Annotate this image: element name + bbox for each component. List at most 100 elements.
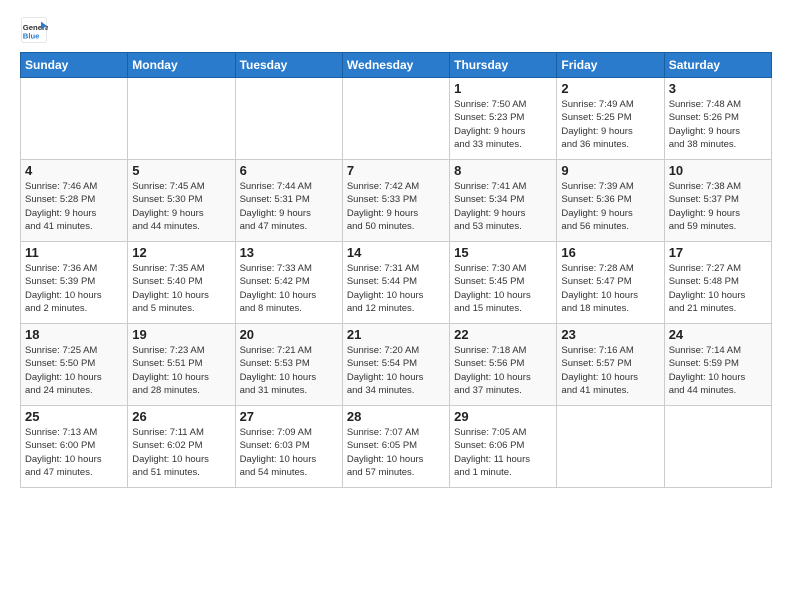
calendar-cell: 17Sunrise: 7:27 AMSunset: 5:48 PMDayligh… — [664, 242, 771, 324]
day-number: 16 — [561, 245, 659, 260]
weekday-header-wednesday: Wednesday — [342, 53, 449, 78]
day-info: Sunrise: 7:30 AMSunset: 5:45 PMDaylight:… — [454, 262, 552, 315]
svg-text:Blue: Blue — [23, 31, 40, 40]
calendar-cell: 16 Sunrise: 7:28 AMSunset: 5:47 PMDayligh… — [557, 242, 664, 324]
calendar-week-4: 18 Sunrise: 7:25 AMSunset: 5:50 PMDayligh… — [21, 324, 772, 406]
calendar-week-1: 1 Sunrise: 7:50 AMSunset: 5:23 PMDaylight… — [21, 78, 772, 160]
day-info: Sunrise: 7:25 AMSunset: 5:50 PMDaylight:… — [25, 344, 123, 397]
day-number: 6 — [240, 163, 338, 178]
weekday-header-monday: Monday — [128, 53, 235, 78]
day-number: 27 — [240, 409, 338, 424]
calendar-cell: 29 Sunrise: 7:05 AMSunset: 6:06 PMDayligh… — [450, 406, 557, 488]
day-info: Sunrise: 7:23 AMSunset: 5:51 PMDaylight:… — [132, 344, 230, 397]
calendar-cell: 14 Sunrise: 7:31 AMSunset: 5:44 PMDayligh… — [342, 242, 449, 324]
page: General Blue SundayMondayTuesdayWednesda… — [0, 0, 792, 498]
day-info: Sunrise: 7:20 AMSunset: 5:54 PMDaylight:… — [347, 344, 445, 397]
day-info: Sunrise: 7:36 AMSunset: 5:39 PMDaylight:… — [25, 262, 123, 315]
calendar-week-3: 11 Sunrise: 7:36 AMSunset: 5:39 PMDayligh… — [21, 242, 772, 324]
calendar-cell — [342, 78, 449, 160]
day-number: 3 — [669, 81, 767, 96]
day-number: 19 — [132, 327, 230, 342]
weekday-header-tuesday: Tuesday — [235, 53, 342, 78]
day-info: Sunrise: 7:38 AMSunset: 5:37 PMDaylight:… — [669, 180, 767, 233]
weekday-header-sunday: Sunday — [21, 53, 128, 78]
calendar-cell: 25 Sunrise: 7:13 AMSunset: 6:00 PMDayligh… — [21, 406, 128, 488]
calendar-cell: 12 Sunrise: 7:35 AMSunset: 5:40 PMDayligh… — [128, 242, 235, 324]
calendar-cell: 5Sunrise: 7:45 AMSunset: 5:30 PMDaylight… — [128, 160, 235, 242]
calendar-cell: 23 Sunrise: 7:16 AMSunset: 5:57 PMDayligh… — [557, 324, 664, 406]
calendar-cell: 26Sunrise: 7:11 AMSunset: 6:02 PMDayligh… — [128, 406, 235, 488]
calendar-cell: 20 Sunrise: 7:21 AMSunset: 5:53 PMDayligh… — [235, 324, 342, 406]
day-info: Sunrise: 7:46 AMSunset: 5:28 PMDaylight:… — [25, 180, 123, 233]
day-info: Sunrise: 7:39 AMSunset: 5:36 PMDaylight:… — [561, 180, 659, 233]
calendar-cell — [664, 406, 771, 488]
day-info: Sunrise: 7:42 AMSunset: 5:33 PMDaylight:… — [347, 180, 445, 233]
calendar-cell — [21, 78, 128, 160]
day-number: 22 — [454, 327, 552, 342]
day-info: Sunrise: 7:16 AMSunset: 5:57 PMDaylight:… — [561, 344, 659, 397]
calendar-cell: 8 Sunrise: 7:41 AMSunset: 5:34 PMDaylight… — [450, 160, 557, 242]
day-number: 8 — [454, 163, 552, 178]
day-number: 25 — [25, 409, 123, 424]
day-info: Sunrise: 7:11 AMSunset: 6:02 PMDaylight:… — [132, 426, 230, 479]
day-number: 29 — [454, 409, 552, 424]
weekday-header-friday: Friday — [557, 53, 664, 78]
day-info: Sunrise: 7:21 AMSunset: 5:53 PMDaylight:… — [240, 344, 338, 397]
calendar-cell: 11 Sunrise: 7:36 AMSunset: 5:39 PMDayligh… — [21, 242, 128, 324]
day-info: Sunrise: 7:31 AMSunset: 5:44 PMDaylight:… — [347, 262, 445, 315]
calendar-cell: 4 Sunrise: 7:46 AMSunset: 5:28 PMDaylight… — [21, 160, 128, 242]
calendar-week-5: 25 Sunrise: 7:13 AMSunset: 6:00 PMDayligh… — [21, 406, 772, 488]
calendar-cell — [235, 78, 342, 160]
day-number: 11 — [25, 245, 123, 260]
calendar-cell: 15 Sunrise: 7:30 AMSunset: 5:45 PMDayligh… — [450, 242, 557, 324]
day-number: 10 — [669, 163, 767, 178]
calendar-cell: 24Sunrise: 7:14 AMSunset: 5:59 PMDayligh… — [664, 324, 771, 406]
day-info: Sunrise: 7:50 AMSunset: 5:23 PMDaylight:… — [454, 98, 552, 151]
day-number: 12 — [132, 245, 230, 260]
calendar-cell: 10 Sunrise: 7:38 AMSunset: 5:37 PMDayligh… — [664, 160, 771, 242]
day-number: 9 — [561, 163, 659, 178]
header: General Blue — [20, 16, 772, 44]
calendar-cell: 18 Sunrise: 7:25 AMSunset: 5:50 PMDayligh… — [21, 324, 128, 406]
day-number: 7 — [347, 163, 445, 178]
calendar-week-2: 4 Sunrise: 7:46 AMSunset: 5:28 PMDaylight… — [21, 160, 772, 242]
day-info: Sunrise: 7:28 AMSunset: 5:47 PMDaylight:… — [561, 262, 659, 315]
day-info: Sunrise: 7:05 AMSunset: 6:06 PMDaylight:… — [454, 426, 552, 479]
weekday-header-row: SundayMondayTuesdayWednesdayThursdayFrid… — [21, 53, 772, 78]
calendar-cell: 2Sunrise: 7:49 AMSunset: 5:25 PMDaylight… — [557, 78, 664, 160]
day-info: Sunrise: 7:41 AMSunset: 5:34 PMDaylight:… — [454, 180, 552, 233]
weekday-header-saturday: Saturday — [664, 53, 771, 78]
day-number: 5 — [132, 163, 230, 178]
day-info: Sunrise: 7:09 AMSunset: 6:03 PMDaylight:… — [240, 426, 338, 479]
day-info: Sunrise: 7:33 AMSunset: 5:42 PMDaylight:… — [240, 262, 338, 315]
day-number: 18 — [25, 327, 123, 342]
calendar-cell: 19 Sunrise: 7:23 AMSunset: 5:51 PMDayligh… — [128, 324, 235, 406]
day-info: Sunrise: 7:13 AMSunset: 6:00 PMDaylight:… — [25, 426, 123, 479]
logo-icon: General Blue — [20, 16, 48, 44]
day-info: Sunrise: 7:14 AMSunset: 5:59 PMDaylight:… — [669, 344, 767, 397]
day-number: 1 — [454, 81, 552, 96]
calendar-cell — [557, 406, 664, 488]
day-info: Sunrise: 7:07 AMSunset: 6:05 PMDaylight:… — [347, 426, 445, 479]
day-number: 23 — [561, 327, 659, 342]
day-number: 20 — [240, 327, 338, 342]
logo: General Blue — [20, 16, 48, 44]
calendar-cell: 21 Sunrise: 7:20 AMSunset: 5:54 PMDayligh… — [342, 324, 449, 406]
day-number: 2 — [561, 81, 659, 96]
day-number: 13 — [240, 245, 338, 260]
calendar-cell: 13 Sunrise: 7:33 AMSunset: 5:42 PMDayligh… — [235, 242, 342, 324]
calendar-cell: 22 Sunrise: 7:18 AMSunset: 5:56 PMDayligh… — [450, 324, 557, 406]
day-info: Sunrise: 7:48 AMSunset: 5:26 PMDaylight:… — [669, 98, 767, 151]
day-number: 14 — [347, 245, 445, 260]
day-number: 28 — [347, 409, 445, 424]
day-number: 21 — [347, 327, 445, 342]
day-number: 15 — [454, 245, 552, 260]
day-info: Sunrise: 7:35 AMSunset: 5:40 PMDaylight:… — [132, 262, 230, 315]
weekday-header-thursday: Thursday — [450, 53, 557, 78]
calendar-cell: 7 Sunrise: 7:42 AMSunset: 5:33 PMDaylight… — [342, 160, 449, 242]
day-info: Sunrise: 7:18 AMSunset: 5:56 PMDaylight:… — [454, 344, 552, 397]
calendar-cell: 9 Sunrise: 7:39 AMSunset: 5:36 PMDaylight… — [557, 160, 664, 242]
day-number: 4 — [25, 163, 123, 178]
calendar-cell — [128, 78, 235, 160]
calendar-cell: 3 Sunrise: 7:48 AMSunset: 5:26 PMDaylight… — [664, 78, 771, 160]
